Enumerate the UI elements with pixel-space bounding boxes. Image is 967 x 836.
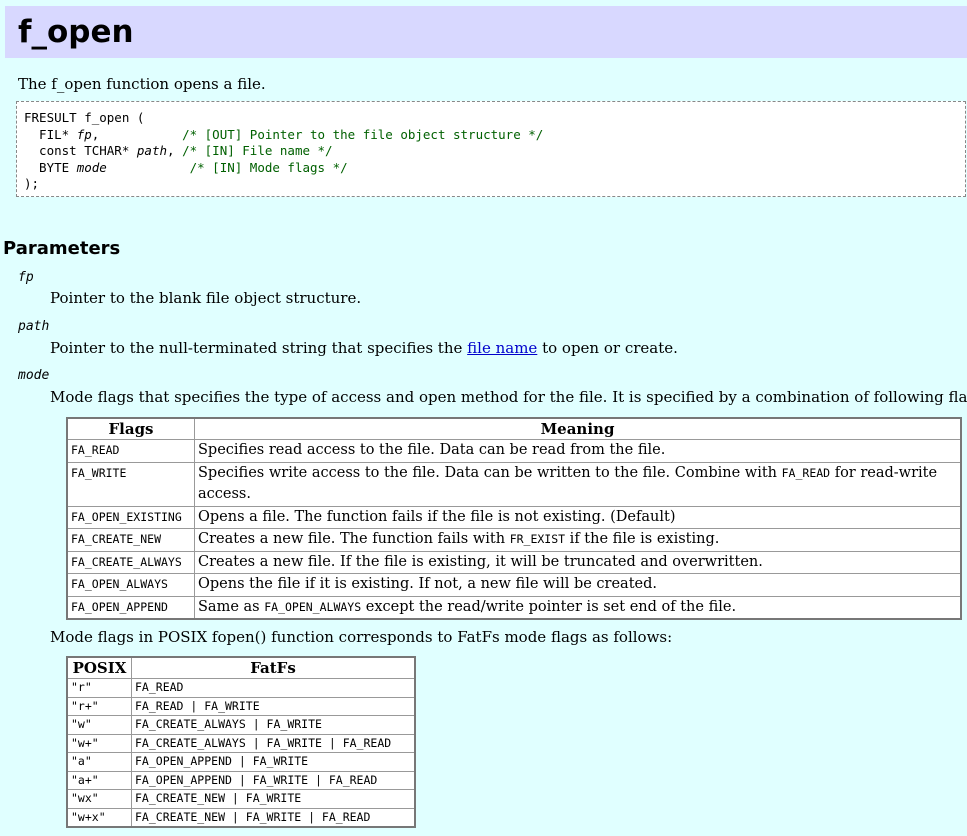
prototype-comment: /* [IN] Mode flags */ bbox=[189, 159, 348, 175]
fatfs-cell: FA_READ bbox=[131, 678, 416, 698]
meaning-cell: Opens a file. The function fails if the … bbox=[194, 505, 962, 529]
column-header-posix: POSIX bbox=[66, 656, 132, 679]
table-row: FA_CREATE_ALWAYS Creates a new file. If … bbox=[66, 550, 962, 574]
function-prototype: FRESULT f_open ( FIL* fp, /* [OUT] Point… bbox=[16, 101, 966, 197]
prototype-param-path: const TCHAR* path, /* [IN] File name */ bbox=[24, 143, 333, 158]
table-row: FA_WRITE Specifies write access to the f… bbox=[66, 461, 962, 507]
prototype-param-fp: FIL* fp, /* [OUT] Pointer to the file ob… bbox=[24, 126, 544, 142]
prototype-comment: /* [IN] File name */ bbox=[182, 143, 333, 158]
table-row: FA_CREATE_NEW Creates a new file. The fu… bbox=[66, 528, 962, 552]
posix-cell: "wx" bbox=[66, 789, 132, 809]
prototype-line: FRESULT f_open ( bbox=[24, 110, 145, 125]
table-row: "r" FA_READ bbox=[66, 678, 416, 698]
fatfs-cell: FA_CREATE_ALWAYS | FA_WRITE | FA_READ bbox=[131, 733, 416, 753]
column-header-fatfs: FatFs bbox=[131, 656, 416, 679]
param-desc-fp: Pointer to the blank file object structu… bbox=[50, 289, 362, 307]
table-header-row: Flags Meaning bbox=[66, 417, 962, 440]
table-row: FA_OPEN_APPEND Same as FA_OPEN_ALWAYS ex… bbox=[66, 595, 962, 620]
column-header-flags: Flags bbox=[66, 417, 195, 440]
table-row: "a" FA_OPEN_APPEND | FA_WRITE bbox=[66, 752, 416, 772]
posix-cell: "a" bbox=[66, 752, 132, 772]
param-name-mode: mode bbox=[18, 368, 50, 383]
meaning-cell: Creates a new file. If the file is exist… bbox=[194, 550, 962, 574]
param-desc-mode: Mode flags that specifies the type of ac… bbox=[50, 388, 967, 406]
table-header-row: POSIX FatFs bbox=[66, 656, 416, 679]
meaning-cell: Creates a new file. The function fails w… bbox=[194, 528, 962, 552]
parameters-heading: Parameters bbox=[3, 238, 121, 259]
table-row: "w+x" FA_CREATE_NEW | FA_WRITE | FA_READ bbox=[66, 807, 416, 828]
intro-text: The f_open function opens a file. bbox=[18, 75, 266, 93]
flag-cell: FA_CREATE_NEW bbox=[66, 528, 195, 552]
table-row: "w+" FA_CREATE_ALWAYS | FA_WRITE | FA_REA… bbox=[66, 733, 416, 753]
column-header-meaning: Meaning bbox=[194, 417, 962, 440]
posix-cell: "r" bbox=[66, 678, 132, 698]
fatfs-cell: FA_CREATE_NEW | FA_WRITE | FA_READ bbox=[131, 807, 416, 828]
posix-cell: "a+" bbox=[66, 770, 132, 790]
table-row: "a+" FA_OPEN_APPEND | FA_WRITE | FA_READ bbox=[66, 770, 416, 790]
flag-cell: FA_OPEN_ALWAYS bbox=[66, 573, 195, 597]
flags-table: Flags Meaning FA_READ Specifies read acc… bbox=[66, 417, 962, 620]
fatfs-cell: FA_OPEN_APPEND | FA_WRITE | FA_READ bbox=[131, 770, 416, 790]
param-desc-path: Pointer to the null-terminated string th… bbox=[50, 339, 678, 357]
table-row: FA_OPEN_EXISTING Opens a file. The funct… bbox=[66, 505, 962, 529]
table-row: "w" FA_CREATE_ALWAYS | FA_WRITE bbox=[66, 715, 416, 735]
table-row: FA_OPEN_ALWAYS Opens the file if it is e… bbox=[66, 573, 962, 597]
flag-cell: FA_CREATE_ALWAYS bbox=[66, 550, 195, 574]
param-name-path: path bbox=[18, 319, 50, 334]
table-row: FA_READ Specifies read access to the fil… bbox=[66, 439, 962, 463]
fatfs-cell: FA_OPEN_APPEND | FA_WRITE bbox=[131, 752, 416, 772]
flag-cell: FA_OPEN_APPEND bbox=[66, 595, 195, 620]
param-name-fp: fp bbox=[18, 270, 34, 285]
flag-cell: FA_OPEN_EXISTING bbox=[66, 505, 195, 529]
prototype-close: ); bbox=[24, 176, 40, 191]
page-title: f_open bbox=[18, 14, 134, 50]
posix-cell: "w+x" bbox=[66, 807, 132, 828]
fatfs-cell: FA_CREATE_NEW | FA_WRITE bbox=[131, 789, 416, 809]
table-row: "wx" FA_CREATE_NEW | FA_WRITE bbox=[66, 789, 416, 809]
file-name-link[interactable]: file name bbox=[467, 339, 537, 357]
flag-cell: FA_WRITE bbox=[66, 461, 195, 507]
meaning-cell: Opens the file if it is existing. If not… bbox=[194, 573, 962, 597]
meaning-cell: Specifies read access to the file. Data … bbox=[194, 439, 962, 463]
meaning-cell: Specifies write access to the file. Data… bbox=[194, 461, 962, 507]
posix-cell: "w" bbox=[66, 715, 132, 735]
posix-cell: "w+" bbox=[66, 733, 132, 753]
prototype-comment: /* [OUT] Pointer to the file object stru… bbox=[182, 126, 544, 142]
flag-cell: FA_READ bbox=[66, 439, 195, 463]
prototype-param-mode: BYTE mode /* [IN] Mode flags */ bbox=[24, 159, 348, 175]
meaning-cell: Same as FA_OPEN_ALWAYS except the read/w… bbox=[194, 595, 962, 620]
posix-cell: "r+" bbox=[66, 696, 132, 716]
posix-table: POSIX FatFs "r" FA_READ "r+" FA_READ | FA_… bbox=[66, 656, 416, 828]
fatfs-cell: FA_READ | FA_WRITE bbox=[131, 696, 416, 716]
fatfs-cell: FA_CREATE_ALWAYS | FA_WRITE bbox=[131, 715, 416, 735]
title-bar: f_open bbox=[5, 6, 967, 58]
table-row: "r+" FA_READ | FA_WRITE bbox=[66, 696, 416, 716]
posix-intro-text: Mode flags in POSIX fopen() function cor… bbox=[50, 628, 673, 646]
